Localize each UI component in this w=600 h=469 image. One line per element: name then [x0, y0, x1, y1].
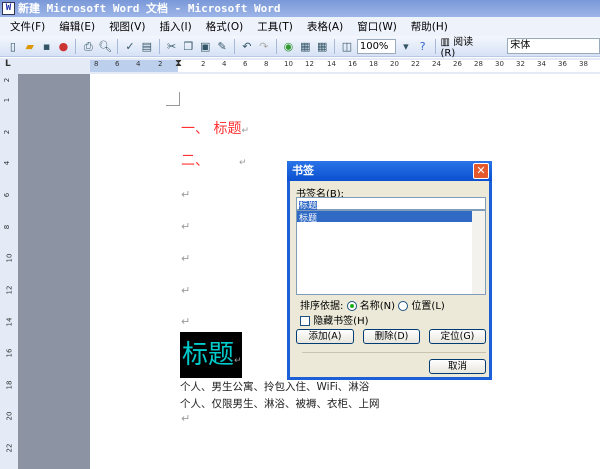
insert-table-icon[interactable]: ▦: [315, 39, 329, 54]
chevron-down-icon[interactable]: ▾: [399, 39, 413, 54]
heading-1[interactable]: 一、 标题↵: [181, 118, 249, 138]
zoom-select[interactable]: 100%: [356, 38, 396, 54]
title-bar: W 新建 Microsoft Word 文档 - Microsoft Word: [0, 0, 600, 17]
read-button[interactable]: ▥ 阅读(R): [441, 33, 485, 59]
scrollbar[interactable]: [472, 211, 485, 294]
bookmark-name-input[interactable]: 标题: [296, 197, 486, 211]
paragraph-mark: ↵: [181, 412, 191, 425]
menu-insert[interactable]: 插入(I): [159, 19, 191, 34]
font-select[interactable]: 宋体: [507, 38, 600, 54]
word-icon: W: [2, 2, 15, 15]
format-painter-icon[interactable]: ✎: [215, 39, 229, 54]
cut-icon[interactable]: ✂: [165, 39, 179, 54]
add-button[interactable]: 添加(A): [296, 329, 354, 344]
hyperlink-icon[interactable]: ◉: [282, 39, 296, 54]
research-icon[interactable]: ▤: [140, 39, 154, 54]
menu-window[interactable]: 窗口(W): [357, 19, 397, 34]
drawing-icon[interactable]: ◫: [340, 39, 354, 54]
hidden-bookmarks-checkbox[interactable]: 隐藏书签(H): [300, 312, 369, 327]
heading-2[interactable]: 二、 ↵: [181, 150, 247, 170]
save-icon[interactable]: ▪: [40, 39, 54, 54]
list-item[interactable]: 标题: [297, 211, 473, 224]
menu-help[interactable]: 帮助(H): [411, 19, 448, 34]
print-preview-icon[interactable]: 🔍︎: [98, 39, 112, 54]
sort-by-position-radio[interactable]: 位置(L): [398, 301, 445, 312]
text-line-1[interactable]: 个人、男生公寓、拎包入住、WiFi、淋浴: [180, 379, 369, 394]
tables-borders-icon[interactable]: ▦: [298, 39, 312, 54]
new-icon[interactable]: ▯: [6, 39, 20, 54]
paragraph-mark: ↵: [181, 188, 191, 201]
spelling-icon[interactable]: ✓: [123, 39, 137, 54]
cancel-button[interactable]: 取消: [429, 359, 486, 374]
open-icon[interactable]: ▰: [23, 39, 37, 54]
close-icon[interactable]: ✕: [473, 163, 489, 179]
menu-tools[interactable]: 工具(T): [257, 19, 293, 34]
indent-marker[interactable]: ⧗: [175, 58, 182, 69]
horizontal-ruler[interactable]: L 8642 ⧗ 2 4 6 8 10 12 14 16 18 20 22 24 26 28 30 32 34 3…: [0, 58, 600, 74]
menu-edit[interactable]: 编辑(E): [59, 19, 95, 34]
copy-icon[interactable]: ❐: [181, 39, 195, 54]
menu-bar: 文件(F) 编辑(E) 视图(V) 插入(I) 格式(O) 工具(T) 表格(A…: [0, 17, 600, 36]
bookmark-list[interactable]: 标题: [296, 210, 486, 295]
goto-button[interactable]: 定位(G): [429, 329, 486, 344]
standard-toolbar: ▯ ▰ ▪ ● ⎙ 🔍︎ ✓ ▤ ✂ ❐ ▣ ✎ ↶ ↷ ◉ ▦ ▦ ◫ 100…: [0, 33, 600, 59]
window-title: 新建 Microsoft Word 文档 - Microsoft Word: [18, 2, 281, 15]
read-label: 阅读(R): [440, 37, 474, 59]
bookmark-dialog: 书签 ✕ 书签名(B): 标题 标题 排序依据: 名称(N) 位置(L) 隐藏书签…: [287, 161, 492, 380]
menu-table[interactable]: 表格(A): [307, 19, 343, 34]
paragraph-mark: ↵: [181, 252, 191, 265]
paragraph-mark: ↵: [181, 315, 191, 328]
print-icon[interactable]: ⎙: [81, 39, 95, 54]
delete-button[interactable]: 删除(D): [363, 329, 420, 344]
vertical-ruler[interactable]: 2 1 2 4 6 8 10 12 14 16 18 20 22: [0, 74, 18, 469]
paste-icon[interactable]: ▣: [198, 39, 212, 54]
dialog-title: 书签: [292, 164, 314, 177]
undo-icon[interactable]: ↶: [240, 39, 254, 54]
menu-file[interactable]: 文件(F): [10, 19, 45, 34]
page-margin-area: [18, 74, 90, 469]
help-icon[interactable]: ?: [416, 39, 430, 54]
menu-view[interactable]: 视图(V): [109, 19, 145, 34]
sort-by-name-radio[interactable]: 名称(N): [346, 301, 395, 312]
menu-format[interactable]: 格式(O): [206, 19, 243, 34]
text-line-2[interactable]: 个人、仅限男生、淋浴、被褥、衣柜、上网: [180, 396, 380, 411]
bookmarked-title[interactable]: 标题↵: [180, 332, 242, 378]
paragraph-mark: ↵: [181, 220, 191, 233]
sort-group: 排序依据: 名称(N) 位置(L): [300, 301, 445, 312]
permission-icon[interactable]: ●: [57, 39, 71, 54]
paragraph-mark: ↵: [181, 284, 191, 297]
redo-icon[interactable]: ↷: [257, 39, 271, 54]
